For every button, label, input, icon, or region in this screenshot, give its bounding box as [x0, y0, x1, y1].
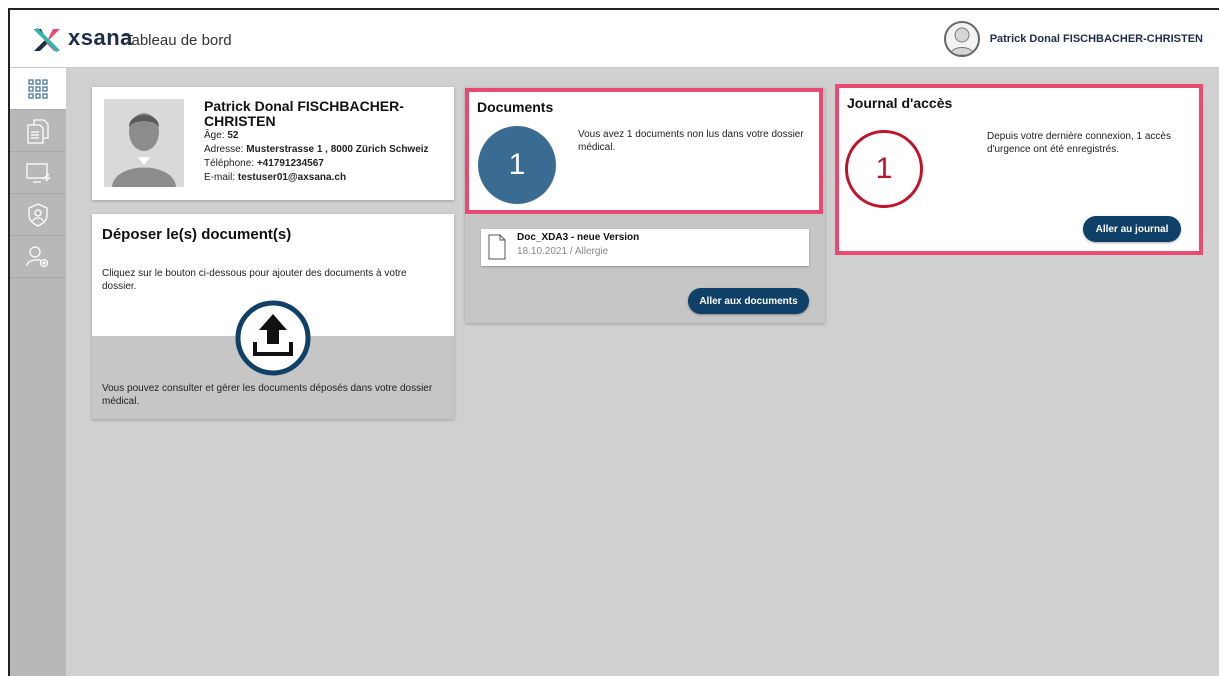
address-label: Adresse: — [204, 144, 244, 155]
documents-card: Documents 1 Vous avez 1 documents non lu… — [465, 88, 823, 214]
page-title: Tableau de bord — [124, 32, 232, 49]
upload-title: Déposer le(s) document(s) — [102, 226, 292, 243]
grid-icon — [28, 78, 48, 99]
user-silhouette-icon — [104, 99, 184, 187]
xsana-logo-icon — [34, 27, 60, 53]
phone-value: +41791234567 — [256, 158, 324, 169]
sidebar — [10, 68, 66, 676]
sidebar-item-devices[interactable] — [10, 152, 66, 194]
document-meta: 18.10.2021 / Allergie — [517, 246, 609, 257]
upload-footer: Vous pouvez consulter et gérer les docum… — [102, 383, 433, 407]
profile-info: Patrick Donal FISCHBACHER-CHRISTEN Âge: … — [204, 99, 444, 185]
documents-title: Documents — [477, 99, 554, 115]
user-avatar-icon — [949, 27, 975, 55]
user-gear-icon — [26, 245, 49, 267]
address-value: Musterstrasse 1 , 8000 Zürich Schweiz — [246, 144, 429, 155]
profile-name: Patrick Donal FISCHBACHER-CHRISTEN — [204, 98, 404, 129]
file-icon — [488, 234, 506, 260]
profile-age: Âge: 52 — [204, 129, 444, 143]
upload-description: Cliquez sur le bouton ci-dessous pour aj… — [102, 268, 407, 292]
document-name: Doc_XDA3 - neue Version — [517, 232, 640, 243]
list-item[interactable]: Doc_XDA3 - neue Version 18.10.2021 / All… — [481, 229, 809, 266]
upload-card: Déposer le(s) document(s) Cliquez sur le… — [92, 214, 454, 419]
age-value: 52 — [227, 130, 239, 141]
upload-button[interactable] — [235, 300, 311, 376]
phone-label: Téléphone: — [204, 158, 255, 169]
documents-icon — [27, 118, 49, 144]
top-bar: xsana Tableau de bord Patrick Donal FISC… — [10, 10, 1219, 68]
profile-photo — [104, 99, 184, 187]
documents-count-badge: 1 — [478, 126, 556, 204]
monitor-icon — [26, 162, 51, 183]
journal-card: Journal d'accès 1 Depuis votre dernière … — [835, 84, 1203, 255]
avatar[interactable] — [943, 21, 980, 57]
email-label: E-mail: — [204, 172, 236, 183]
profile-email: E-mail: testuser01@axsana.ch — [204, 171, 444, 185]
app-frame: xsana Tableau de bord Patrick Donal FISC… — [8, 8, 1219, 676]
profile-phone: Téléphone: +41791234567 — [204, 157, 444, 171]
journal-message: Depuis votre dernière connexion, 1 accès… — [987, 131, 1171, 155]
email-value: testuser01@axsana.ch — [237, 172, 347, 183]
go-to-journal-button[interactable]: Aller au journal — [1083, 216, 1181, 242]
sidebar-item-documents[interactable] — [10, 110, 66, 152]
user-menu[interactable]: Patrick Donal FISCHBACHER-CHRISTEN — [943, 20, 1203, 58]
sidebar-item-security[interactable] — [10, 194, 66, 236]
journal-count-badge: 1 — [845, 130, 923, 208]
profile-card: Patrick Donal FISCHBACHER-CHRISTEN Âge: … — [92, 87, 454, 200]
shield-user-icon — [28, 202, 48, 227]
journal-title: Journal d'accès — [847, 95, 953, 111]
age-label: Âge: — [204, 130, 225, 141]
go-to-documents-button[interactable]: Aller aux documents — [688, 288, 809, 314]
profile-address: Adresse: Musterstrasse 1 , 8000 Zürich S… — [204, 143, 444, 157]
documents-message: Vous avez 1 documents non lus dans votre… — [578, 129, 804, 153]
user-name[interactable]: Patrick Donal FISCHBACHER-CHRISTEN — [990, 33, 1203, 45]
sidebar-item-settings[interactable] — [10, 236, 66, 278]
sidebar-item-dashboard[interactable] — [10, 68, 66, 110]
